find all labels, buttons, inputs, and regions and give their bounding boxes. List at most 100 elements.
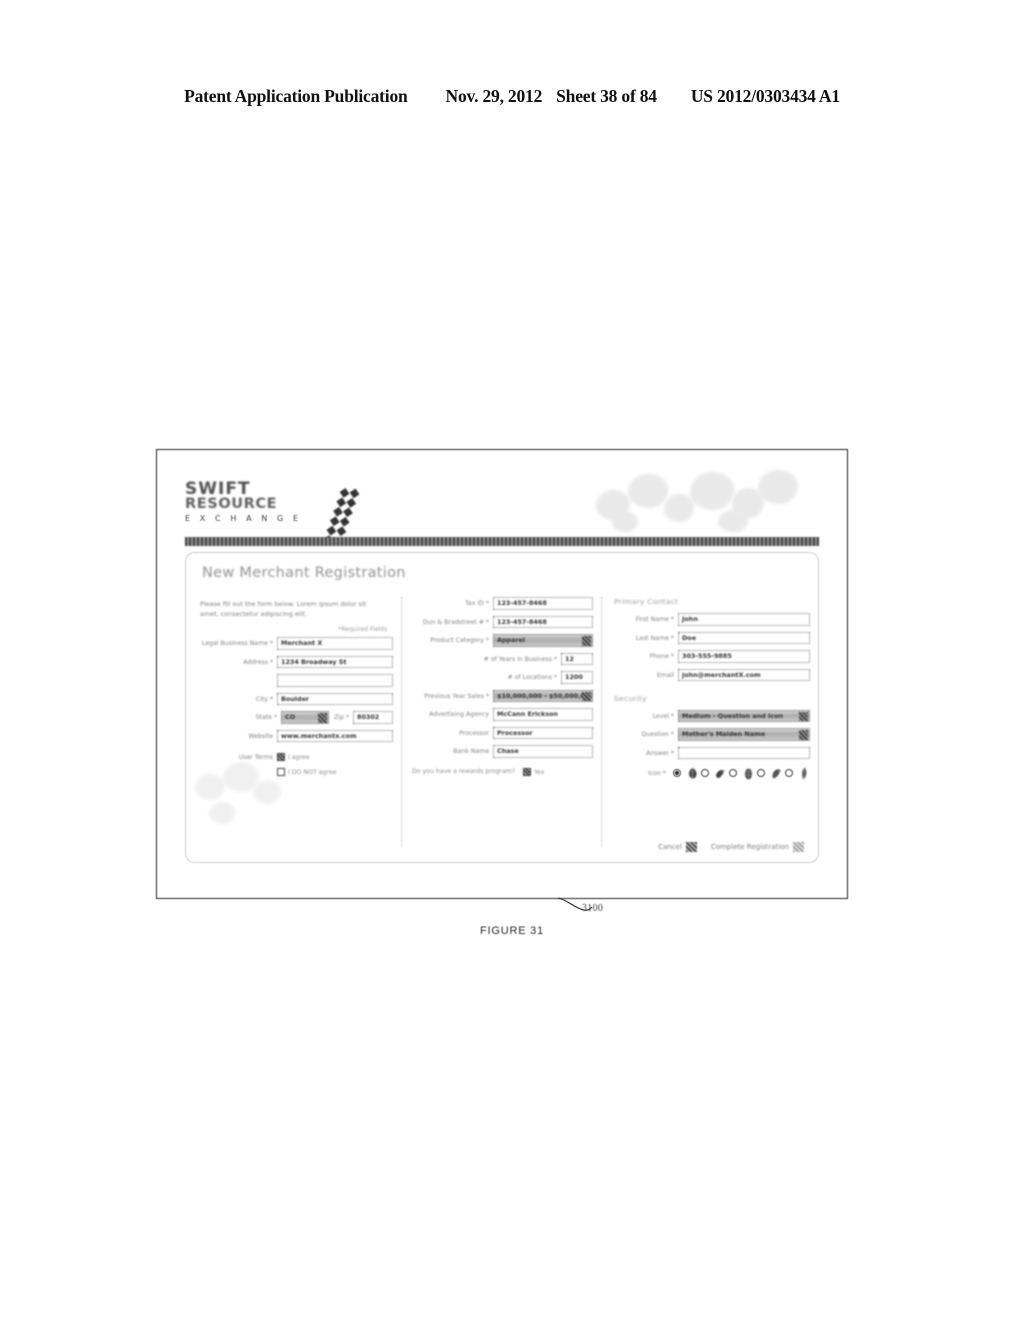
checkbox-rewards-yes-icon[interactable]: [523, 767, 532, 776]
select-state[interactable]: CO: [281, 711, 330, 724]
icon-option-leaf[interactable]: [673, 767, 698, 780]
section-heading-primary-contact: Primary Contact: [614, 597, 679, 606]
field-row-legal-business-name: Legal Business Name * Merchant X: [196, 637, 393, 650]
input-website[interactable]: www.merchantx.com: [277, 729, 393, 743]
cancel-button-glyph-icon: [685, 842, 697, 852]
brand-logo[interactable]: SWIFT RESOURCE E X C H A N G E: [185, 481, 395, 545]
field-row-security-level: Level * Medium - Question and Icon: [612, 709, 810, 723]
input-email[interactable]: john@merchantX.com: [678, 668, 810, 682]
field-row-address: Address * 1234 Broadway St: [196, 655, 393, 669]
input-legal-business-name[interactable]: Merchant X: [277, 637, 393, 650]
input-advertising-agency[interactable]: McCann Erickson: [493, 708, 593, 721]
section-heading-security: Security: [614, 693, 647, 703]
icon-option-bird[interactable]: [701, 767, 726, 780]
select-security-level[interactable]: Medium - Question and Icon: [678, 709, 810, 723]
checkbox-agree-icon[interactable]: [277, 753, 285, 761]
field-row-email: Email john@merchantX.com: [612, 668, 810, 682]
publication-label: Patent Application Publication: [184, 86, 408, 106]
input-locations[interactable]: 1200: [561, 671, 593, 684]
input-phone[interactable]: 303-555-9885: [678, 650, 810, 663]
input-dun-bradstreet[interactable]: 123-457-8468: [493, 615, 593, 629]
field-row-tax-id: Tax ID * 123-457-8468: [410, 597, 593, 610]
feather-icon[interactable]: [799, 767, 810, 780]
label-dun-bradstreet: Dun & Bradstreet # *: [422, 618, 489, 626]
navigation-bar[interactable]: [185, 537, 819, 546]
label-city: City *: [255, 695, 273, 703]
header-watermark: [586, 468, 811, 532]
select-product-category[interactable]: Apparel: [493, 634, 593, 647]
field-row-icon-picker: Icon *: [612, 767, 810, 780]
option-disagree[interactable]: I DO NOT agree: [247, 768, 393, 776]
pinecone-icon[interactable]: [743, 767, 754, 780]
bird-icon[interactable]: [715, 767, 726, 780]
form-column-right: Primary Contact First Name * John Last N…: [602, 597, 810, 847]
input-tax-id[interactable]: 123-457-8468: [493, 597, 593, 610]
figure-caption: FIGURE 31: [479, 925, 545, 937]
complete-registration-button[interactable]: Complete Registration: [711, 842, 804, 852]
figure-border: SWIFT RESOURCE E X C H A N G E New Merch…: [156, 449, 848, 899]
label-previous-year-sales: Previous Year Sales *: [424, 692, 489, 700]
input-first-name[interactable]: John: [678, 613, 810, 626]
field-row-years-in-business: # of Years in Business * 12: [410, 652, 593, 666]
label-bank-name: Bank Name: [453, 748, 489, 755]
form-actions: Cancel Complete Registration: [658, 842, 804, 852]
icon-option-feather[interactable]: [785, 767, 810, 780]
input-security-answer[interactable]: [678, 746, 810, 760]
label-product-category: Product Category *: [430, 637, 489, 644]
input-zip[interactable]: 80302: [353, 711, 393, 724]
shell-icon[interactable]: [771, 767, 782, 780]
label-rewards-program: Do you have a rewards program?: [412, 768, 516, 775]
label-phone: Phone *: [649, 653, 674, 660]
label-user-terms: User Terms: [238, 753, 273, 761]
radio-pinecone-icon[interactable]: [729, 769, 737, 777]
label-address: Address *: [243, 658, 273, 666]
label-icon-picker: Icon *: [648, 769, 666, 777]
field-row-processor: Processor Processor: [410, 726, 593, 740]
input-address[interactable]: 1234 Broadway St: [277, 655, 393, 669]
field-row-first-name: First Name * John: [612, 613, 810, 626]
input-city[interactable]: Boulder: [277, 692, 393, 706]
input-processor[interactable]: Processor: [493, 726, 593, 740]
label-email: Email: [656, 671, 674, 679]
label-processor: Processor: [459, 729, 489, 737]
option-rewards-yes[interactable]: Yes: [523, 767, 544, 776]
input-years-in-business[interactable]: 12: [561, 652, 593, 666]
leaf-icon[interactable]: [687, 767, 698, 780]
form-column-left: Please fill out the form below. Lorem ip…: [196, 597, 402, 847]
reference-numeral: 3100: [582, 903, 604, 914]
field-row-user-terms-disagree: x I DO NOT agree: [196, 766, 393, 779]
field-row-website: Website www.merchantx.com: [196, 729, 393, 743]
option-agree-label: I agree: [288, 754, 310, 761]
field-row-advertising-agency: Advertising Agency McCann Erickson: [410, 708, 593, 721]
label-security-answer: Answer *: [646, 749, 674, 757]
input-last-name[interactable]: Doe: [678, 631, 810, 645]
radio-shell-icon[interactable]: [757, 769, 765, 777]
checkbox-disagree-icon[interactable]: [277, 768, 285, 776]
radio-bird-icon[interactable]: [701, 769, 709, 777]
page-title: New Merchant Registration: [202, 565, 406, 581]
intro-text: Please fill out the form below. Lorem ip…: [200, 600, 367, 618]
publication-date: Nov. 29, 2012: [445, 86, 543, 106]
patent-publication-number: US 2012/0303434 A1: [690, 86, 840, 106]
field-row-dun-bradstreet: Dun & Bradstreet # * 123-457-8468: [410, 615, 593, 629]
select-previous-year-sales[interactable]: $10,000,000 - $50,000,000: [493, 689, 593, 703]
icon-option-shell[interactable]: [757, 767, 782, 780]
input-address-2[interactable]: [277, 674, 393, 687]
cancel-button[interactable]: Cancel: [658, 842, 697, 852]
option-agree[interactable]: I agree: [277, 753, 393, 761]
field-row-security-question: Question * Mother's Maiden Name: [612, 728, 810, 741]
field-row-last-name: Last Name * Doe: [612, 631, 810, 645]
label-advertising-agency: Advertising Agency: [429, 711, 489, 718]
cancel-button-label: Cancel: [658, 843, 682, 851]
field-row-product-category: Product Category * Apparel: [410, 634, 593, 647]
complete-registration-button-glyph-icon: [793, 842, 804, 852]
complete-registration-button-label: Complete Registration: [710, 843, 789, 851]
icon-option-pinecone[interactable]: [729, 767, 754, 780]
label-security-level: Level *: [652, 712, 674, 720]
label-website: Website: [248, 732, 273, 740]
input-bank-name[interactable]: Chase: [493, 745, 593, 758]
radio-feather-icon[interactable]: [785, 769, 793, 777]
select-security-question[interactable]: Mother's Maiden Name: [678, 728, 810, 741]
label-security-question: Question *: [641, 731, 674, 738]
radio-leaf-icon[interactable]: [673, 769, 681, 777]
